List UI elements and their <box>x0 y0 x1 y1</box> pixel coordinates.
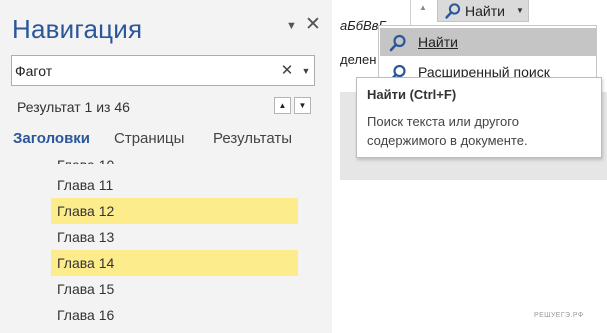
tooltip-title: Найти (Ctrl+F) <box>367 87 457 102</box>
search-options-chevron-icon[interactable]: ▼ <box>300 62 312 80</box>
watermark: РЕШУЕГЭ.РФ <box>534 312 584 319</box>
menu-item-find[interactable]: Найти <box>380 28 596 56</box>
heading-item-highlighted[interactable]: Глава 14 <box>51 250 298 276</box>
word-window: Навигация ▼ ✕ ✕ ▼ Результат 1 из 46 ▲ ▼ … <box>0 0 607 333</box>
search-icon <box>389 34 406 52</box>
next-result-button[interactable]: ▼ <box>294 97 311 114</box>
nav-pane-title: Навигация <box>12 14 143 44</box>
pane-options-icon[interactable]: ▼ <box>286 20 300 32</box>
search-box[interactable]: ✕ ▼ <box>11 55 315 86</box>
pane-separator <box>332 0 340 333</box>
find-button[interactable]: Найти ▼ <box>437 0 529 22</box>
heading-item[interactable]: Глава 11 <box>51 172 298 198</box>
heading-item-highlighted[interactable]: Глава 12 <box>51 198 298 224</box>
clear-search-icon[interactable]: ✕ <box>280 61 294 81</box>
find-button-label: Найти <box>465 3 505 19</box>
tooltip-description: Поиск текста или другого содержимого в д… <box>367 114 528 148</box>
search-result-count: Результат 1 из 46 <box>17 99 130 115</box>
gallery-scroll-up-icon[interactable]: ▲ <box>413 0 433 22</box>
tab-pages[interactable]: Страницы <box>114 130 184 147</box>
heading-item[interactable]: Глава 13 <box>51 224 298 250</box>
heading-item[interactable]: Глава 15 <box>51 276 298 302</box>
document-area <box>340 180 607 333</box>
previous-result-button[interactable]: ▲ <box>274 97 291 114</box>
tab-results[interactable]: Результаты <box>213 130 292 147</box>
heading-item[interactable]: Глава 10 <box>51 152 298 164</box>
search-icon <box>445 3 461 19</box>
tooltip: Найти (Ctrl+F) Поиск текста или другого … <box>356 77 602 158</box>
search-input[interactable] <box>15 61 275 81</box>
chevron-down-icon: ▼ <box>516 6 524 15</box>
navigation-pane: Навигация ▼ ✕ ✕ ▼ Результат 1 из 46 ▲ ▼ … <box>0 0 332 333</box>
close-pane-icon[interactable]: ✕ <box>305 15 321 34</box>
editing-group-label: делен <box>340 52 377 67</box>
heading-item[interactable]: Глава 16 <box>51 302 298 328</box>
tab-headings[interactable]: Заголовки <box>13 130 90 147</box>
find-dropdown-menu: Найти Расширенный поиск <box>378 25 597 80</box>
menu-item-label: Найти <box>418 34 458 50</box>
